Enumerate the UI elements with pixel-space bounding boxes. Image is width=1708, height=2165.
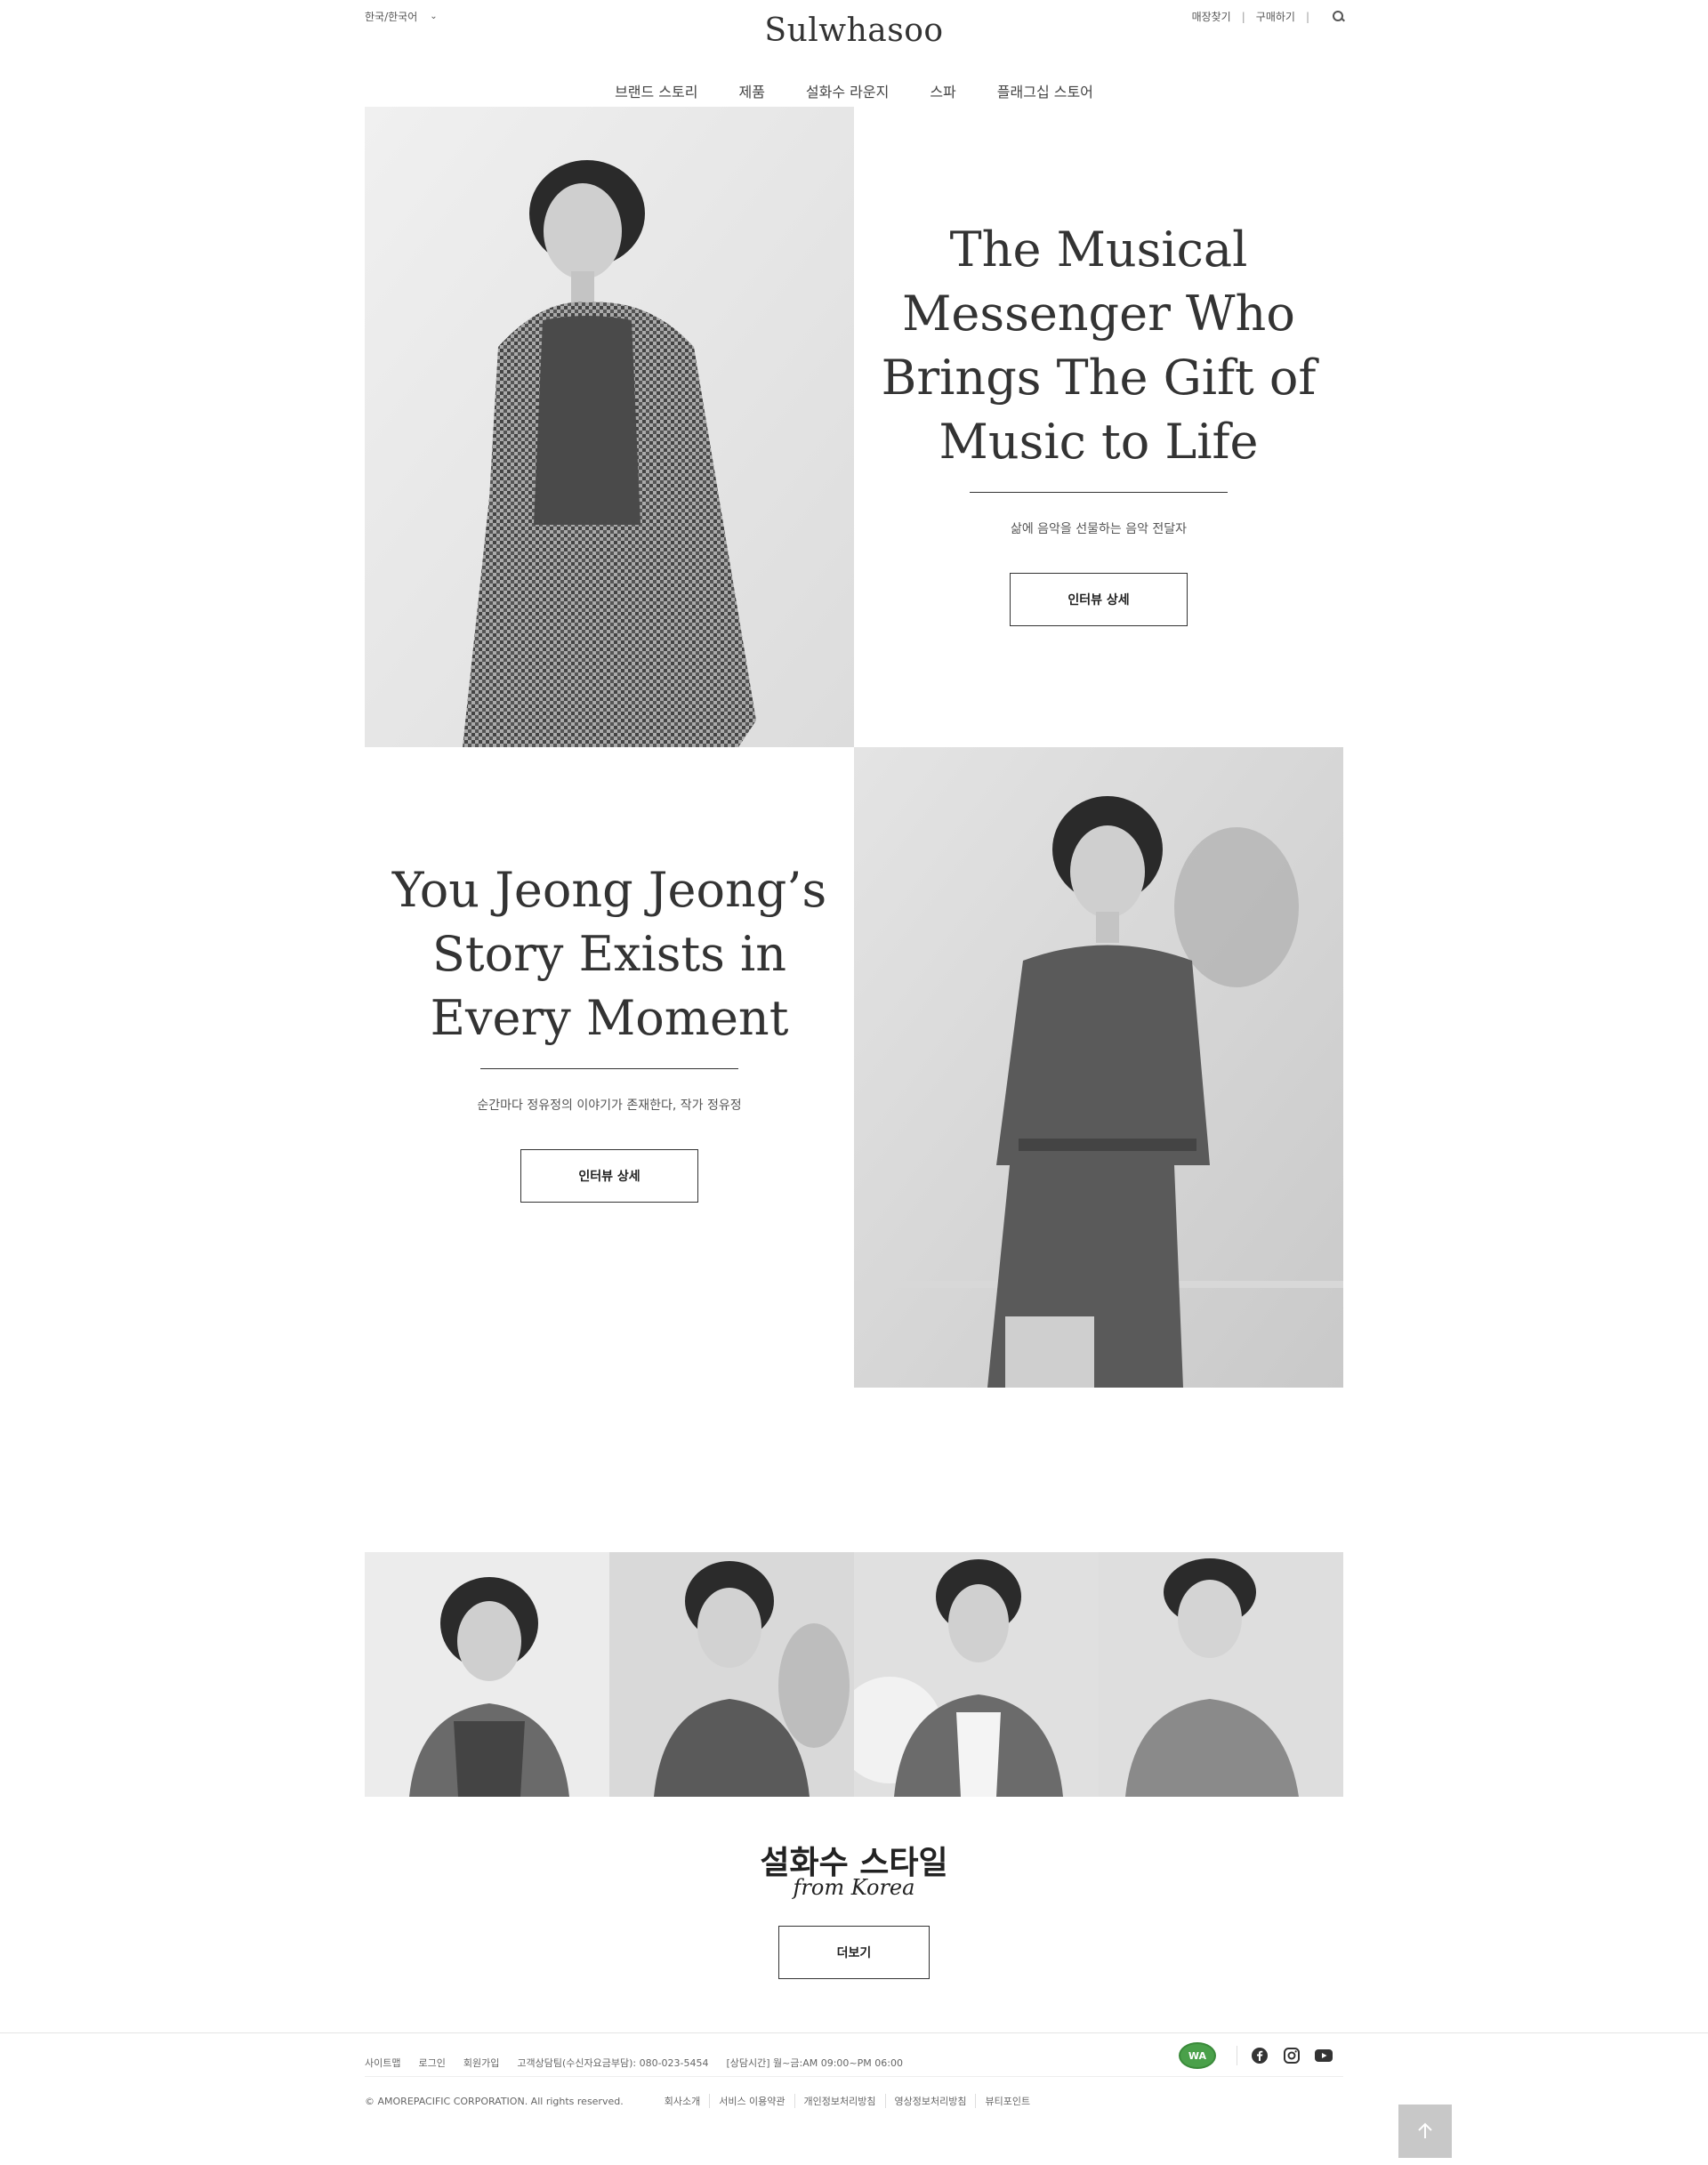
arrow-up-icon bbox=[1418, 2122, 1432, 2138]
footer-divider bbox=[365, 2076, 1343, 2077]
thumbnail-1[interactable] bbox=[365, 1552, 609, 1797]
footer-links: 사이트맵 로그인 회원가입 고객상담팀(수신자요금부담): 080-023-54… bbox=[365, 2056, 903, 2070]
main-nav: 브랜드 스토리 제품 설화수 라운지 스파 플래그십 스토어 bbox=[0, 80, 1708, 101]
thumbnail-illustration bbox=[609, 1552, 854, 1797]
feature-title: The Musical Messenger Who Brings The Gif… bbox=[881, 221, 1317, 470]
feature-portrait-2 bbox=[854, 747, 1343, 1388]
util-divider: | bbox=[1305, 10, 1309, 23]
util-divider: | bbox=[1241, 10, 1245, 23]
policy-links: 회사소개 서비스 이용약관 개인정보처리방침 영상정보처리방침 뷰티포인트 bbox=[656, 2094, 1039, 2108]
web-accessibility-badge: WA bbox=[1179, 2042, 1216, 2069]
interview-detail-button[interactable]: 인터뷰 상세 bbox=[520, 1149, 698, 1203]
terms-link[interactable]: 서비스 이용약관 bbox=[709, 2094, 794, 2108]
copyright-text: © AMOREPACIFIC CORPORATION. All rights r… bbox=[365, 2095, 624, 2107]
nav-item-brand-story[interactable]: 브랜드 스토리 bbox=[615, 80, 697, 101]
thumbnail-4[interactable] bbox=[1099, 1552, 1343, 1797]
portrait-illustration bbox=[365, 107, 854, 747]
video-privacy-link[interactable]: 영상정보처리방침 bbox=[884, 2094, 976, 2108]
instagram-icon[interactable] bbox=[1282, 2046, 1301, 2065]
feature-subtitle: 순간마다 정유정의 이야기가 존재한다, 작가 정유정 bbox=[477, 1099, 742, 1113]
facebook-icon[interactable] bbox=[1250, 2046, 1269, 2065]
nav-item-flagship-store[interactable]: 플래그십 스토어 bbox=[997, 80, 1093, 101]
title-divider bbox=[480, 1068, 738, 1069]
customer-center-text: 고객상담팀(수신자요금부담): 080-023-5454 bbox=[517, 2057, 709, 2069]
company-intro-link[interactable]: 회사소개 bbox=[656, 2094, 709, 2108]
featured-people-thumbnails bbox=[365, 1552, 1343, 1797]
nav-item-products[interactable]: 제품 bbox=[738, 80, 764, 101]
thumbnail-illustration bbox=[854, 1552, 1099, 1797]
store-finder-link[interactable]: 매장찾기 bbox=[1192, 9, 1231, 24]
feature-portrait-1 bbox=[365, 107, 854, 747]
portrait-illustration bbox=[854, 747, 1343, 1388]
social-links bbox=[1237, 2046, 1333, 2065]
purchase-link[interactable]: 구매하기 bbox=[1256, 9, 1295, 24]
nav-item-spa[interactable]: 스파 bbox=[930, 80, 955, 101]
youtube-icon[interactable] bbox=[1314, 2046, 1333, 2065]
interview-detail-button[interactable]: 인터뷰 상세 bbox=[1010, 573, 1188, 626]
login-link[interactable]: 로그인 bbox=[418, 2056, 445, 2070]
thumbnail-illustration bbox=[1099, 1552, 1343, 1797]
more-button[interactable]: 더보기 bbox=[778, 1926, 930, 1979]
thumbnail-3[interactable] bbox=[854, 1552, 1099, 1797]
service-hours-text: [상담시간] 월~금:AM 09:00~PM 06:00 bbox=[726, 2057, 903, 2069]
nav-item-lounge[interactable]: 설화수 라운지 bbox=[806, 80, 889, 101]
signup-link[interactable]: 회원가입 bbox=[463, 2056, 499, 2070]
utility-links: 매장찾기 | 구매하기 | bbox=[1192, 9, 1345, 24]
feature-text-1: The Musical Messenger Who Brings The Gif… bbox=[872, 218, 1325, 626]
search-icon[interactable] bbox=[1333, 10, 1345, 23]
title-divider bbox=[970, 492, 1228, 493]
feature-text-2: You Jeong Jeong’s Story Exists in Every … bbox=[365, 858, 854, 1203]
brand-logo[interactable]: Sulwhasoo bbox=[0, 12, 1708, 49]
feature-title: You Jeong Jeong’s Story Exists in Every … bbox=[391, 862, 827, 1046]
scroll-top-button[interactable] bbox=[1398, 2105, 1452, 2158]
thumbnail-illustration bbox=[365, 1552, 609, 1797]
beauty-point-link[interactable]: 뷰티포인트 bbox=[975, 2094, 1039, 2108]
sitemap-link[interactable]: 사이트맵 bbox=[365, 2056, 400, 2070]
feature-subtitle: 삶에 음악을 선물하는 음악 전달자 bbox=[1010, 522, 1188, 536]
site-header: 한국/한국어 ⌄ Sulwhasoo 매장찾기 | 구매하기 | 브랜드 스토리… bbox=[0, 0, 1708, 107]
style-section-subtitle: from Korea bbox=[793, 1875, 915, 1900]
privacy-policy-link[interactable]: 개인정보처리방침 bbox=[794, 2094, 885, 2108]
thumbnail-2[interactable] bbox=[609, 1552, 854, 1797]
site-footer: 사이트맵 로그인 회원가입 고객상담팀(수신자요금부담): 080-023-54… bbox=[0, 2032, 1708, 2165]
footer-bottom: © AMOREPACIFIC CORPORATION. All rights r… bbox=[365, 2094, 1039, 2108]
